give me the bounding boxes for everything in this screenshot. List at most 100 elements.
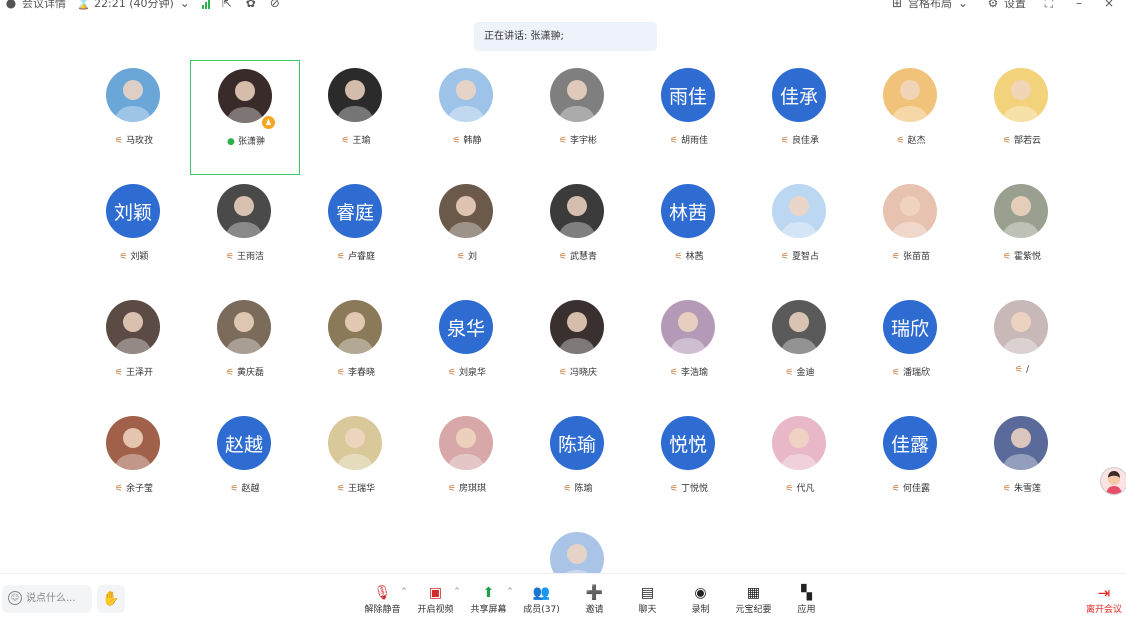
participant-tile[interactable]: ⚟ /	[967, 292, 1077, 407]
participant-name: 朱雪莲	[1013, 484, 1041, 494]
participant-name-row: ⚟ 潘瑞欣	[856, 365, 966, 378]
participant-tile[interactable]: ⚟ 李宇彬	[523, 60, 633, 175]
share-link-icon[interactable]: ⇱	[220, 0, 234, 10]
mic-muted-icon: ⚟	[456, 252, 466, 262]
mic-on-icon: ●	[227, 137, 235, 147]
tool-button[interactable]: ◉ 录制	[674, 584, 727, 615]
participant-tile[interactable]: ⚟ 张苗苗	[856, 176, 966, 291]
participant-tile[interactable]: ⚟ 王泽开	[79, 292, 189, 407]
chevron-up-icon[interactable]: ^	[507, 587, 513, 595]
tool-button[interactable]: 👥 成员(37)	[515, 584, 568, 615]
participant-avatar	[994, 184, 1048, 238]
tool-button[interactable]: 🎙 解除静音 ^	[356, 584, 409, 615]
participant-tile[interactable]: 佳承 ⚟ 良佳承	[745, 60, 855, 175]
participant-name-row: ⚟ /	[967, 365, 1077, 375]
assistant-avatar[interactable]	[1100, 467, 1126, 495]
tool-label: 共享屏幕	[470, 605, 507, 615]
participant-avatar: 瑞欣	[883, 300, 937, 354]
participant-tile[interactable]: 睿庭 ⚟ 卢睿庭	[301, 176, 411, 291]
beauty-icon[interactable]: ✿	[244, 0, 258, 10]
participant-tile[interactable]: ⚟ 冯晓庆	[523, 292, 633, 407]
mic-muted-icon: ⚟	[669, 368, 679, 378]
network-signal-icon[interactable]	[201, 0, 210, 9]
participant-name-row: ⚟ 黄庆磊	[190, 365, 300, 378]
participant-name-row: ⚟ 朱雪莲	[967, 481, 1077, 494]
fullscreen-icon[interactable]: ⛶	[1042, 0, 1056, 10]
participant-tile[interactable]: ⚟ 余子莹	[79, 408, 189, 523]
mic-muted-icon: ⚟	[114, 368, 124, 378]
participant-tile[interactable]: 瑞欣 ⚟ 潘瑞欣	[856, 292, 966, 407]
tool-button[interactable]: ⬆ 共享屏幕 ^	[462, 584, 515, 615]
participant-tile[interactable]: 陈瑜 ⚟ 陈瑜	[523, 408, 633, 523]
raise-hand-button[interactable]: ✋	[97, 585, 125, 613]
participant-tile[interactable]: ⚟ 霍紫悦	[967, 176, 1077, 291]
participant-name: 刘泉华	[458, 368, 486, 378]
participant-tile[interactable]: ⚟ 刘	[412, 176, 522, 291]
participant-tile[interactable]: ⚟ 王雨洁	[190, 176, 300, 291]
participant-avatar	[994, 68, 1048, 122]
participant-avatar: 悦悦	[661, 416, 715, 470]
participant-tile[interactable]	[523, 524, 633, 586]
say-something-input[interactable]: ☺ 说点什么...	[2, 585, 92, 613]
close-icon[interactable]: ×	[1102, 0, 1116, 10]
participant-name: 刘	[467, 252, 477, 262]
participant-tile[interactable]: 林茜 ⚟ 林茜	[634, 176, 744, 291]
tool-button[interactable]: ▣ 开启视频 ^	[409, 584, 462, 615]
mic-muted-icon: ⚟	[785, 484, 794, 494]
mic-muted-icon: ⚟	[563, 484, 572, 494]
avatar-initials: 赵越	[224, 433, 263, 456]
participant-avatar	[106, 416, 160, 470]
participant-tile[interactable]: ⚟ 李浩瑜	[634, 292, 744, 407]
host-badge-icon: ♟	[261, 115, 276, 130]
participant-tile[interactable]: 悦悦 ⚟ 丁悦悦	[634, 408, 744, 523]
leave-label: 离开会议	[1086, 605, 1123, 615]
minimize-icon[interactable]: –	[1072, 0, 1086, 10]
participant-tile[interactable]: ⚟ 代凡	[745, 408, 855, 523]
participant-tile[interactable]: ♟ ● 张潇翀	[190, 60, 300, 175]
participant-name: 王泽开	[125, 368, 153, 378]
tool-button[interactable]: ▚ 应用	[780, 584, 833, 615]
participant-tile[interactable]: 赵越 ⚟ 赵越	[190, 408, 300, 523]
participant-name: 代凡	[796, 484, 815, 494]
participant-tile[interactable]: ⚟ 金迪	[745, 292, 855, 407]
participant-tile[interactable]: 雨佳 ⚟ 胡雨佳	[634, 60, 744, 175]
participant-name: 良佳承	[791, 136, 819, 146]
participant-tile[interactable]: ⚟ 武慧青	[523, 176, 633, 291]
tool-button[interactable]: ▦ 元宝纪要	[727, 584, 780, 615]
participant-tile[interactable]: ⚟ 黄庆磊	[190, 292, 300, 407]
tool-button[interactable]: ▤ 聊天	[621, 584, 674, 615]
chevron-up-icon[interactable]: ^	[454, 587, 460, 595]
people-icon: ●	[5, 0, 17, 10]
participant-tile[interactable]: ⚟ 马玫孜	[79, 60, 189, 175]
participant-tile[interactable]: ⚟ 韩静	[412, 60, 522, 175]
participant-name: 马玫孜	[125, 136, 153, 146]
participant-tile[interactable]: ⚟ 王瑞华	[301, 408, 411, 523]
participant-tile[interactable]: 刘颖 ⚟ 刘颖	[79, 176, 189, 291]
participant-avatar	[106, 68, 160, 122]
chevron-down-icon: ⌄	[179, 0, 190, 10]
timer-button[interactable]: ⌛ 22:21 (40分钟) ⌄	[76, 0, 192, 11]
chevron-up-icon[interactable]: ^	[401, 587, 407, 595]
participant-name-row: ● 张潇翀	[191, 134, 301, 147]
participant-tile[interactable]: ⚟ 王瑜	[301, 60, 411, 175]
participant-tile[interactable]: ⚟ 郜若云	[967, 60, 1077, 175]
effect-icon[interactable]: ⊘	[268, 0, 282, 10]
tool-label: 邀请	[585, 605, 604, 615]
leave-meeting-button[interactable]: ⇥ 离开会议	[1086, 584, 1122, 615]
layout-button[interactable]: ⊞ 宫格布局 ⌄	[890, 0, 970, 11]
participant-name: 王雨洁	[236, 252, 264, 262]
mic-muted-icon: ⚟	[230, 484, 239, 494]
participant-tile[interactable]: ⚟ 赵杰	[856, 60, 966, 175]
avatar-initials: 睿庭	[335, 201, 374, 224]
participant-tile[interactable]: ⚟ 李春晓	[301, 292, 411, 407]
members-icon: 👥	[532, 585, 551, 601]
participant-tile[interactable]: ⚟ 房琪琪	[412, 408, 522, 523]
participant-tile[interactable]: ⚟ 夏智占	[745, 176, 855, 291]
meeting-info-button[interactable]: ● 会议详情	[4, 0, 66, 11]
tool-button[interactable]: ➕ 邀请	[568, 584, 621, 615]
participant-tile[interactable]: 泉华 ⚟ 刘泉华	[412, 292, 522, 407]
bottom-toolbar: ☺ 说点什么... ✋ 🎙 解除静音 ^ ▣ 开启视频 ^ ⬆ 共享屏幕 ^ 👥 成员(37) ➕ 邀请 ▤…	[0, 573, 1126, 624]
settings-button[interactable]: ⚙ 设置	[986, 0, 1026, 11]
participant-tile[interactable]: 佳露 ⚟ 何佳露	[856, 408, 966, 523]
participant-tile[interactable]: ⚟ 朱雪莲	[967, 408, 1077, 523]
